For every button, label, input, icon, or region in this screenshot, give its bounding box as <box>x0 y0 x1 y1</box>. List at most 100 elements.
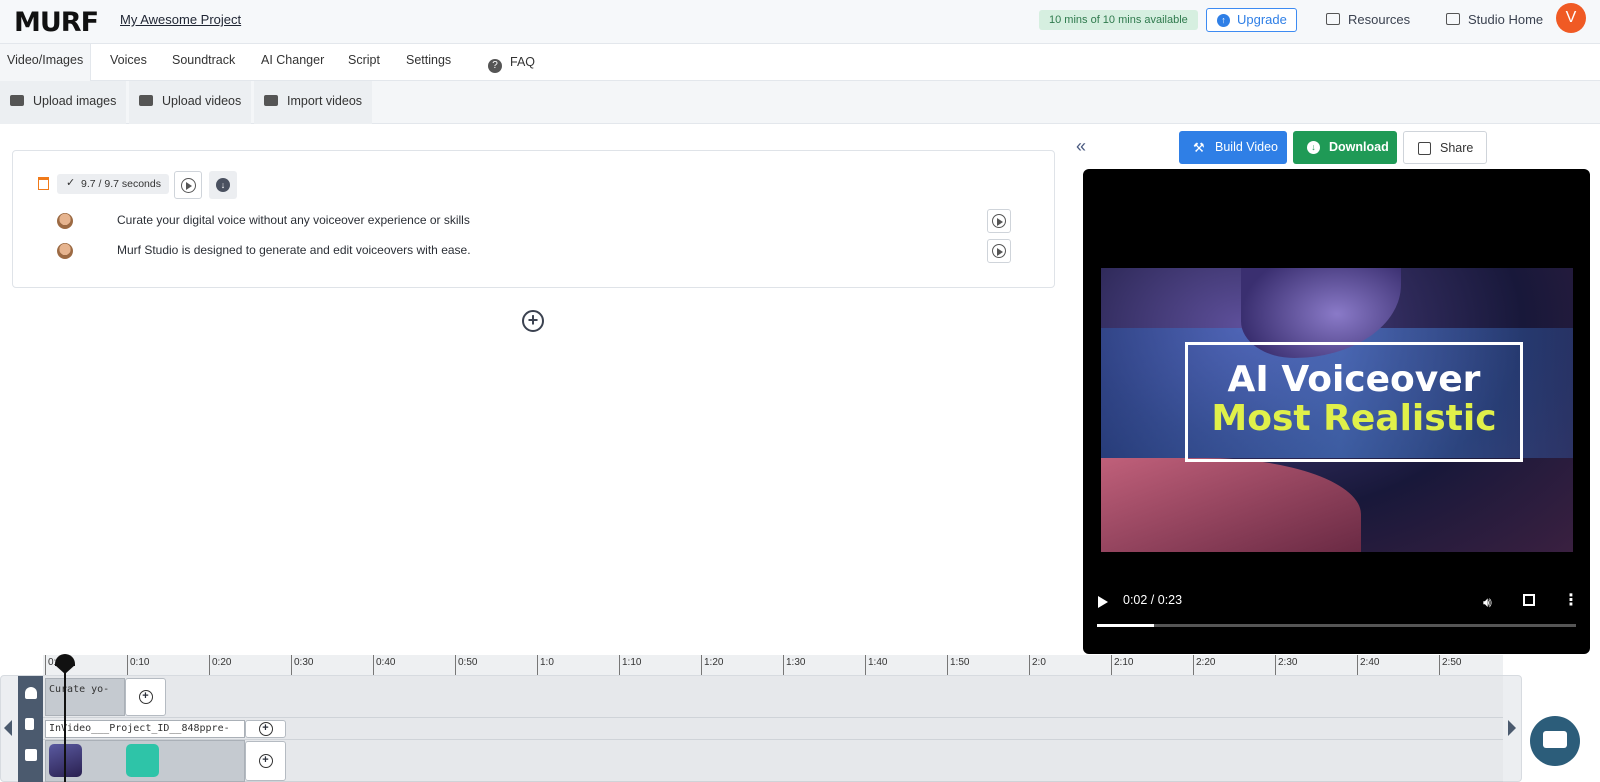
upgrade-button[interactable]: ↑ Upgrade <box>1206 8 1297 32</box>
voice-avatar[interactable] <box>57 213 73 229</box>
trash-icon[interactable] <box>38 177 49 190</box>
add-voice-block-button[interactable]: + <box>125 678 166 716</box>
tab-soundtrack[interactable]: Soundtrack <box>172 44 235 81</box>
timeline-tick: 1:20 <box>701 655 723 675</box>
add-media-button[interactable]: + <box>245 741 286 781</box>
timeline-tick: 0:20 <box>209 655 231 675</box>
upload-videos-label: Upload videos <box>162 94 242 108</box>
youtube-icon <box>264 95 278 106</box>
timeline-tick: 1:0 <box>537 655 554 675</box>
timeline-ruler[interactable]: 0:00:100:200:300:400:501:01:101:201:301:… <box>43 655 1503 675</box>
chat-support-button[interactable] <box>1530 716 1580 766</box>
timeline-tick: 0:50 <box>455 655 477 675</box>
video-clip[interactable] <box>45 740 245 782</box>
studio-home-icon <box>1446 13 1460 25</box>
upload-images-button[interactable]: Upload images <box>0 81 127 124</box>
tab-voices[interactable]: Voices <box>110 44 147 81</box>
project-name-link[interactable]: My Awesome Project <box>120 12 241 27</box>
music-track: InVideo___Project_ID__848ppre- + <box>43 718 1503 740</box>
share-button[interactable]: Share <box>1403 131 1487 164</box>
script-line[interactable]: Curate your digital voice without any vo… <box>57 209 1037 233</box>
resources-link[interactable]: Resources <box>1326 12 1410 27</box>
scroll-right-icon[interactable] <box>1508 720 1516 736</box>
music-clip[interactable]: InVideo___Project_ID__848ppre- <box>45 720 245 738</box>
image-icon <box>10 95 24 106</box>
timeline-tick: 1:10 <box>619 655 641 675</box>
download-icon: ↓ <box>216 178 230 192</box>
voice-clip-label: Curate yo- <box>49 684 110 695</box>
play-line-button[interactable] <box>987 209 1011 233</box>
person-icon <box>25 687 37 699</box>
minutes-available-badge: 10 mins of 10 mins available <box>1039 10 1198 30</box>
studio-home-label: Studio Home <box>1468 12 1544 27</box>
play-icon[interactable] <box>1098 596 1108 608</box>
color-thumbnail[interactable] <box>126 744 159 777</box>
timeline-tick: 2:0 <box>1029 655 1046 675</box>
fullscreen-icon[interactable] <box>1523 594 1535 606</box>
tab-settings[interactable]: Settings <box>406 44 451 81</box>
timeline-tick: 2:10 <box>1111 655 1133 675</box>
resources-label: Resources <box>1348 12 1411 27</box>
chat-bubble-icon <box>1543 731 1567 748</box>
add-music-button[interactable]: + <box>245 720 286 738</box>
video-progress-bar[interactable] <box>1097 624 1576 627</box>
duration-text: 9.7 / 9.7 seconds <box>81 178 161 190</box>
check-icon: ✓ <box>66 177 76 189</box>
resources-icon <box>1326 13 1340 25</box>
murf-logo[interactable]: MURF <box>14 7 99 38</box>
music-clip-label: InVideo___Project_ID__848ppre- <box>49 723 230 734</box>
download-block-button[interactable]: ↓ <box>209 171 237 199</box>
more-options-icon[interactable]: ⋮ <box>1563 590 1579 610</box>
script-line[interactable]: Murf Studio is designed to generate and … <box>57 239 1037 263</box>
timeline-tick: 0:10 <box>127 655 149 675</box>
video-frame: AI Voiceover Most Realistic <box>1101 268 1573 552</box>
timeline-tick: 0:30 <box>291 655 313 675</box>
faq-label: FAQ <box>510 55 536 69</box>
voice-track: Curate yo- + <box>43 676 1503 718</box>
tab-script[interactable]: Script <box>348 44 380 81</box>
share-label: Share <box>1440 141 1474 155</box>
collapse-panel-icon[interactable]: « <box>1076 136 1086 157</box>
volume-icon[interactable]: 🔊︎ <box>1483 594 1492 611</box>
play-block-button[interactable] <box>174 171 202 199</box>
tab-video-images[interactable]: Video/Images <box>0 44 92 81</box>
voice-block-card: ✓ 9.7 / 9.7 seconds ↓ Curate your digita… <box>12 150 1055 288</box>
download-button[interactable]: ↓ Download <box>1293 131 1397 164</box>
timeline-tick: 2:40 <box>1357 655 1379 675</box>
timeline-tick: 1:30 <box>783 655 805 675</box>
script-line-text[interactable]: Murf Studio is designed to generate and … <box>117 243 471 257</box>
build-video-label: Build Video <box>1215 140 1279 154</box>
studio-home-link[interactable]: Studio Home <box>1446 12 1543 27</box>
voice-avatar[interactable] <box>57 243 73 259</box>
build-video-button[interactable]: ⚒ Build Video <box>1179 131 1287 164</box>
action-bar: Upload images Upload videos Import video… <box>0 81 1600 124</box>
video-title-line-2: Most Realistic <box>1211 398 1497 439</box>
music-note-icon <box>25 718 34 730</box>
upload-videos-button[interactable]: Upload videos <box>129 81 252 124</box>
add-block-button[interactable]: + <box>522 310 544 332</box>
import-videos-button[interactable]: Import videos <box>254 81 373 124</box>
video-track: + <box>43 740 1503 782</box>
video-player[interactable]: AI Voiceover Most Realistic 0:02 / 0:23 … <box>1083 169 1590 654</box>
video-progress-fill <box>1097 624 1155 627</box>
video-title-line-1: AI Voiceover <box>1227 359 1481 400</box>
user-avatar[interactable]: V <box>1556 3 1586 33</box>
play-line-button[interactable] <box>987 239 1011 263</box>
script-line-text[interactable]: Curate your digital voice without any vo… <box>117 213 470 227</box>
image-icon <box>25 749 37 761</box>
video-title-box: AI Voiceover Most Realistic <box>1185 342 1523 462</box>
video-camera-icon <box>139 95 153 106</box>
timeline-playhead[interactable] <box>64 656 66 782</box>
tab-faq[interactable]: ? FAQ <box>488 46 535 83</box>
question-icon: ? <box>488 59 502 73</box>
voice-clip[interactable]: Curate yo- <box>45 678 125 716</box>
timeline-tick: 2:50 <box>1439 655 1461 675</box>
scroll-left-icon[interactable] <box>4 720 12 736</box>
arrow-up-icon: ↑ <box>1217 14 1230 27</box>
timeline-tick: 0:40 <box>373 655 395 675</box>
top-bar: MURF My Awesome Project 10 mins of 10 mi… <box>0 0 1600 44</box>
upgrade-label: Upgrade <box>1237 12 1287 27</box>
tab-ai-changer[interactable]: AI Changer <box>261 44 324 81</box>
import-videos-label: Import videos <box>287 94 363 108</box>
timeline-tick: 2:20 <box>1193 655 1215 675</box>
